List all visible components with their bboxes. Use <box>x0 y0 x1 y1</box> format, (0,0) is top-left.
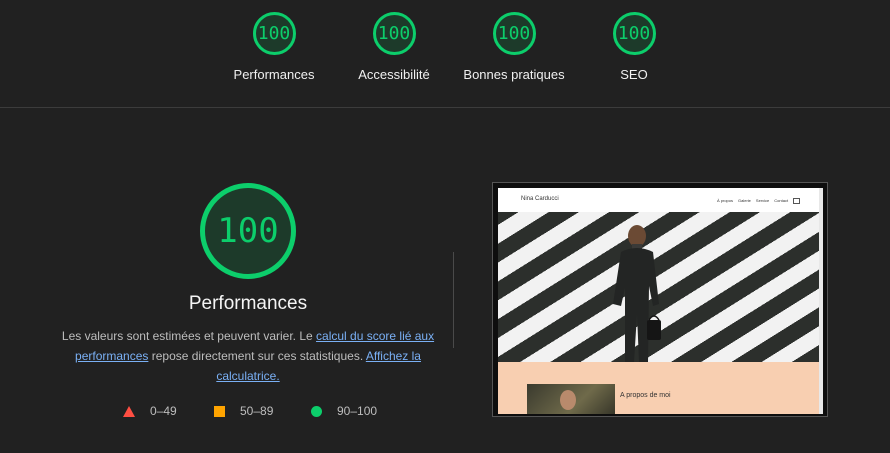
performance-title: Performances <box>188 293 308 314</box>
desc-text: Les valeurs sont estimées et peuvent var… <box>61 329 317 343</box>
thumb-nav-link: Galerie <box>738 198 751 203</box>
legend-item-average: 50–89 <box>214 404 273 418</box>
score-ring: 100 <box>252 12 296 55</box>
score-ring: 100 <box>492 12 536 55</box>
thumb-nav-links: À propos Galerie Service Contact <box>717 198 801 204</box>
legend-item-fail: 0–49 <box>123 404 177 418</box>
section-divider <box>453 252 454 348</box>
thumb-nav-link: Contact <box>774 198 789 203</box>
score-ring: 100 <box>372 12 416 55</box>
performance-score-gauge: 100 <box>200 183 296 279</box>
screenshot-page: Nina Carducci À propos Galerie Service C… <box>498 188 822 414</box>
thumb-portrait <box>527 384 615 414</box>
portrait-face <box>560 390 576 410</box>
gauge-seo[interactable]: 100 SEO <box>574 12 694 82</box>
final-screenshot[interactable]: Nina Carducci À propos Galerie Service C… <box>492 182 828 417</box>
triangle-icon <box>123 405 135 417</box>
square-icon <box>214 405 225 417</box>
gauge-bonnes-pratiques[interactable]: 100 Bonnes pratiques <box>454 12 574 82</box>
legend-range: 0–49 <box>150 404 177 418</box>
gauge-label: SEO <box>620 67 648 82</box>
legend-item-pass: 90–100 <box>311 404 377 418</box>
score-legend: 0–49 50–89 90–100 <box>120 404 400 422</box>
circle-icon <box>311 405 322 417</box>
thumb-nav-link: À propos <box>717 198 734 203</box>
thumb-scrollbar <box>819 188 823 414</box>
gauge-label: Accessibilité <box>358 67 430 82</box>
thumb-about-section: A propos de moi <box>498 362 822 414</box>
gauge-performances[interactable]: 100 Performances <box>214 12 334 82</box>
legend-range: 90–100 <box>337 404 378 418</box>
thumb-navbar: Nina Carducci À propos Galerie Service C… <box>498 188 822 212</box>
gauge-accessibilite[interactable]: 100 Accessibilité <box>334 12 454 82</box>
thumb-brand: Nina Carducci <box>521 196 559 202</box>
legend-range: 50–89 <box>240 404 274 418</box>
person-silhouette <box>613 225 661 362</box>
score-ring: 100 <box>612 12 656 55</box>
thumb-hero-image <box>498 212 822 362</box>
desc-text: repose directement sur ces statistiques. <box>148 349 366 363</box>
thumb-nav-link: Service <box>755 198 770 203</box>
flag-icon <box>793 198 801 204</box>
performance-description: Les valeurs sont estimées et peuvent var… <box>60 326 436 386</box>
gauge-label: Bonnes pratiques <box>463 67 565 82</box>
lighthouse-report: 100 Performances 100 Accessibilité 100 B… <box>0 0 890 453</box>
gauge-label: Performances <box>233 67 315 82</box>
thumb-about-title: A propos de moi <box>620 392 671 399</box>
category-gauges: 100 Performances 100 Accessibilité 100 B… <box>0 0 890 108</box>
